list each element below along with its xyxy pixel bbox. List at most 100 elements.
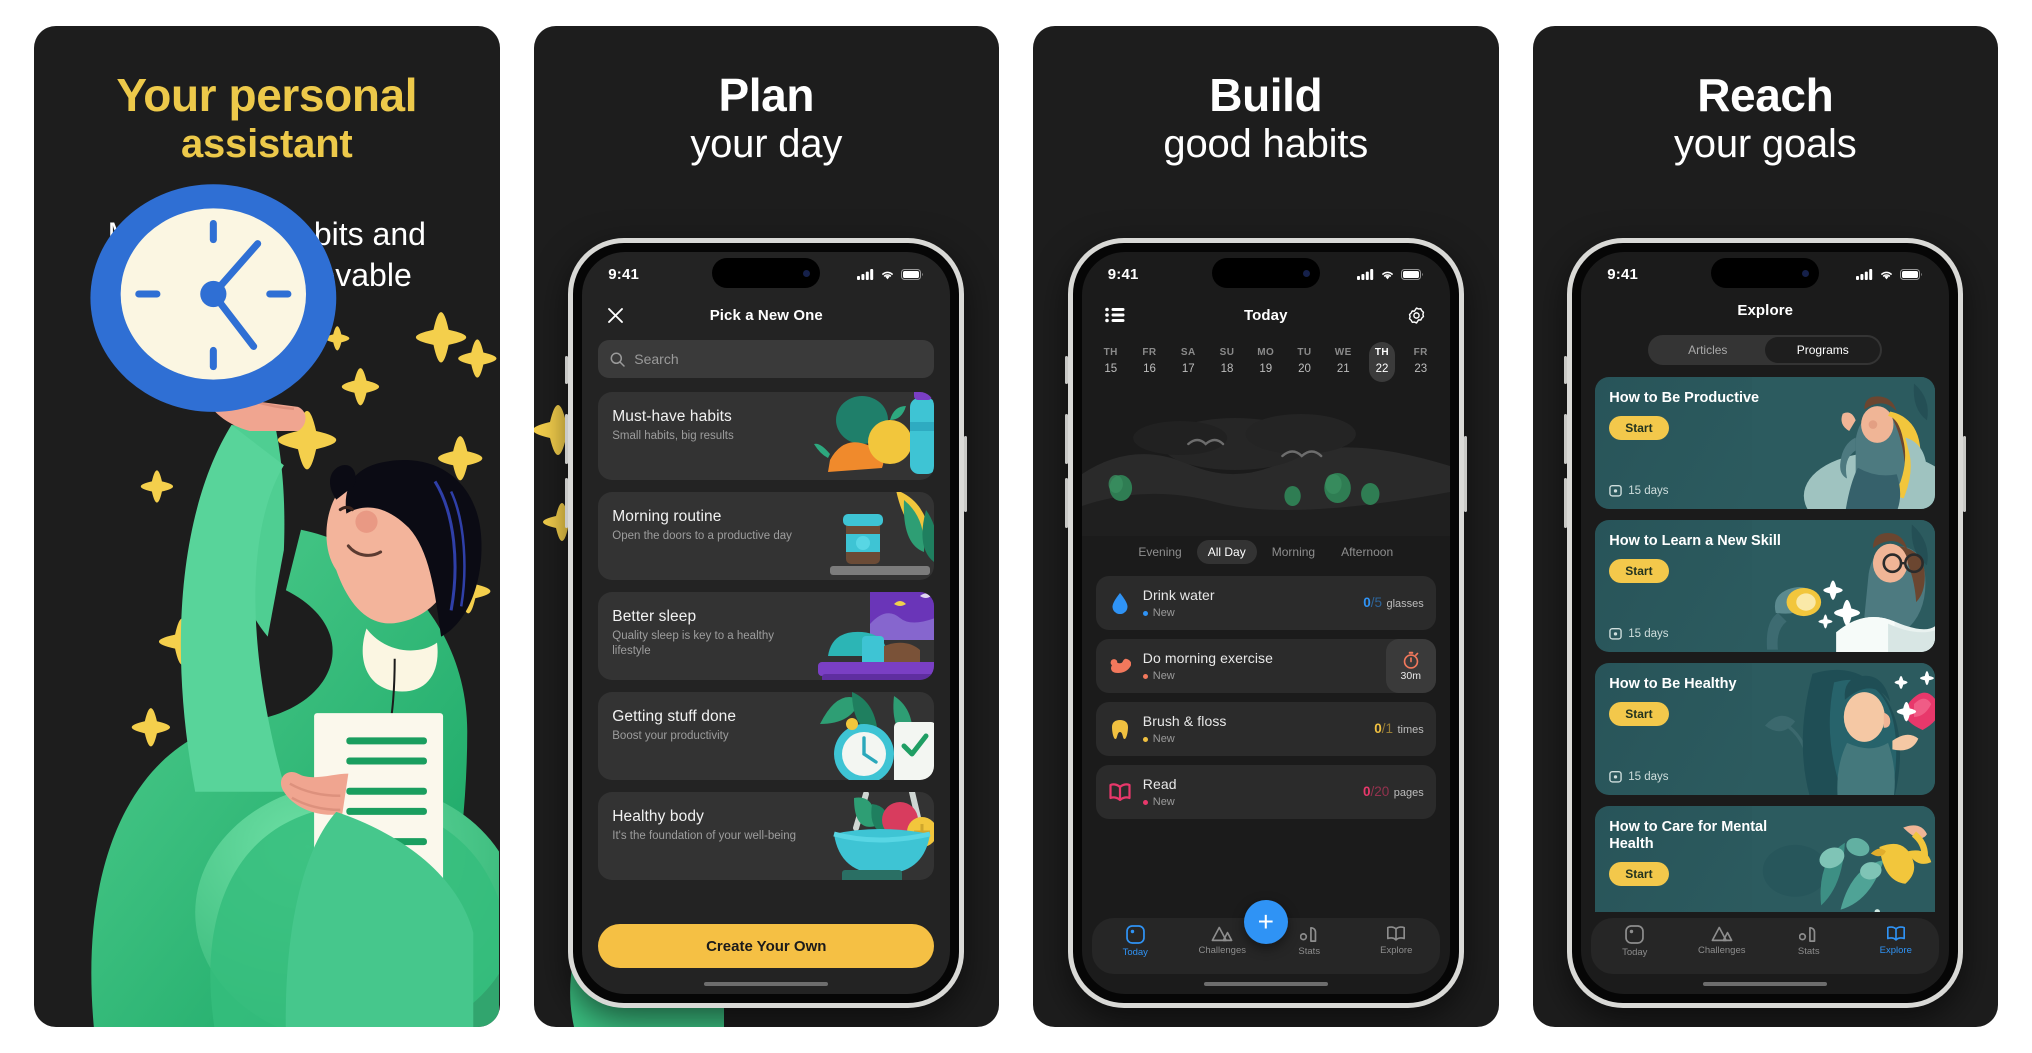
habit-row-morning-exercise[interactable]: Do morning exercise New 30m [1095, 639, 1436, 693]
program-card[interactable]: How to Learn a New Skill Start 15 days [1595, 520, 1936, 652]
segment-all-day[interactable]: All Day [1196, 540, 1257, 564]
time-of-day-segments: Evening All Day Morning Afternoon [1082, 536, 1450, 576]
list-menu-icon[interactable] [1102, 302, 1128, 328]
tab-today[interactable]: Today [1104, 925, 1166, 958]
date-cell[interactable]: FR 23 [1406, 342, 1436, 382]
segment-afternoon[interactable]: Afternoon [1330, 540, 1404, 564]
program-title: How to Be Productive [1609, 390, 1760, 406]
list-item-desc: Small habits, big results [612, 430, 734, 442]
search-input[interactable]: Search [598, 340, 935, 378]
search-placeholder: Search [634, 351, 679, 367]
date-cell[interactable]: SU 18 [1212, 342, 1242, 382]
wifi-icon [882, 271, 894, 279]
phone-volume-down-button[interactable] [565, 478, 569, 528]
phone-volume-up-button[interactable] [1564, 414, 1568, 464]
toggle-articles[interactable]: Articles [1650, 337, 1765, 363]
start-button[interactable]: Start [1609, 862, 1669, 887]
list-item[interactable]: Better sleep Quality sleep is key to a h… [598, 592, 935, 680]
panel-build-headline: Build good habits [1033, 26, 1499, 166]
habit-row-brush-floss[interactable]: Brush & floss New 0/1 times [1095, 702, 1436, 756]
close-icon[interactable] [602, 302, 628, 328]
program-card[interactable]: How to Be Productive Start 15 days [1595, 377, 1936, 509]
date-num: 16 [1143, 363, 1156, 375]
start-button[interactable]: Start [1609, 559, 1669, 584]
phone-plan: 9:41 Pick a New One Search Must-have hab… [565, 238, 968, 1008]
tab-explore[interactable]: Explore [1365, 925, 1427, 956]
panel-plan-headline: Plan your day [534, 26, 1000, 166]
create-your-own-button[interactable]: Create Your Own [598, 924, 935, 968]
phone-volume-down-button[interactable] [1064, 478, 1068, 528]
habit-row-drink-water[interactable]: Drink water New 0/5 glasses [1095, 576, 1436, 630]
habit-unit: times [1397, 724, 1424, 736]
list-item[interactable]: Must-have habits Small habits, big resul… [598, 392, 935, 480]
duration-label: 15 days [1628, 627, 1669, 640]
explore-screen: 9:41 Explore Articles Programs How to Be… [1581, 252, 1950, 994]
phone-power-button[interactable] [1963, 436, 1967, 512]
date-cell[interactable]: TH 15 [1096, 342, 1126, 382]
list-item-desc: Open the doors to a productive day [612, 530, 792, 542]
list-item-desc: Boost your productivity [612, 730, 729, 742]
headline-line-1: Build [1209, 69, 1323, 121]
list-item[interactable]: Healthy body It's the foundation of your… [598, 792, 935, 880]
start-button[interactable]: Start [1609, 416, 1669, 441]
list-item-desc: Quality sleep is key to a healthy lifest… [612, 630, 774, 657]
list-item[interactable]: Getting stuff done Boost your productivi… [598, 692, 935, 780]
phone-volume-up-button[interactable] [1064, 414, 1068, 464]
toggle-programs[interactable]: Programs [1765, 337, 1881, 363]
tab-stats[interactable]: Stats [1278, 925, 1340, 957]
program-title: How to Be Healthy [1609, 676, 1737, 692]
today-square-icon [1625, 925, 1645, 944]
phone-silence-switch [1064, 356, 1068, 384]
panel-build: Build good habits 9:41 Today TH 15 FR 16… [1033, 26, 1499, 1027]
list-item[interactable]: Morning routine Open the doors to a prod… [598, 492, 935, 580]
panel-assistant-headline: Your personal assistant [34, 26, 500, 166]
status-bar: 9:41 [1082, 252, 1450, 296]
signal-bars-icon [857, 268, 874, 280]
tab-challenges[interactable]: Challenges [1691, 925, 1753, 956]
today-square-icon [1125, 925, 1145, 944]
front-camera-icon [1302, 269, 1310, 277]
habit-count: 0/5 [1363, 595, 1382, 610]
phone-power-button[interactable] [964, 436, 968, 512]
phone-volume-up-button[interactable] [565, 414, 569, 464]
phone-power-button[interactable] [1463, 436, 1467, 512]
open-book-icon [1387, 926, 1406, 941]
habit-name: Read [1142, 776, 1177, 792]
program-card[interactable]: How to Be Healthy Start 15 days [1595, 663, 1936, 795]
panel-assistant-subtitle: Make small habits and big goals achievab… [34, 214, 500, 296]
tab-today[interactable]: Today [1604, 925, 1666, 958]
list-item-desc: It's the foundation of your well-being [612, 830, 797, 842]
date-cell[interactable]: FR 16 [1135, 342, 1165, 382]
status-bar: 9:41 [1581, 252, 1949, 296]
water-drop-icon [1108, 590, 1132, 616]
date-cell-selected[interactable]: TH 22 [1367, 342, 1397, 382]
status-dot [1142, 736, 1148, 742]
start-button[interactable]: Start [1609, 702, 1669, 727]
bottom-tab-bar: + Today Challenges Stats Explore [1091, 900, 1440, 974]
add-habit-button[interactable]: + [1243, 900, 1288, 944]
night-landscape-art [1081, 388, 1450, 536]
date-cell[interactable]: SA 17 [1173, 342, 1203, 382]
segment-morning[interactable]: Morning [1261, 540, 1326, 564]
tab-challenges[interactable]: Challenges [1191, 925, 1253, 956]
habit-timer-button[interactable]: 30m [1385, 639, 1436, 693]
date-cell[interactable]: WE 21 [1328, 342, 1358, 382]
date-cell[interactable]: MO 19 [1251, 342, 1281, 382]
status-icons [1856, 268, 1923, 280]
battery-icon [1400, 268, 1423, 280]
phone-today: 9:41 Today TH 15 FR 16 SA 17 SU 18 MO 19… [1064, 238, 1467, 1008]
program-card[interactable]: How to Care for Mental Health Start [1595, 806, 1936, 912]
status-label: New [1152, 670, 1175, 682]
tab-explore[interactable]: Explore [1865, 925, 1927, 956]
segment-evening[interactable]: Evening [1127, 540, 1192, 564]
subtitle-line-2: big goals achievable [121, 257, 412, 294]
headline-line-2: your goals [1673, 121, 1857, 166]
date-dow: WE [1334, 347, 1352, 358]
habit-status: New [1142, 607, 1352, 619]
tab-stats[interactable]: Stats [1778, 925, 1840, 957]
date-cell[interactable]: TU 20 [1290, 342, 1320, 382]
headline-line-1: Plan [718, 69, 815, 121]
phone-volume-down-button[interactable] [1564, 478, 1568, 528]
gear-icon[interactable] [1404, 302, 1430, 328]
habit-row-read[interactable]: Read New 0/20 pages [1095, 765, 1436, 819]
